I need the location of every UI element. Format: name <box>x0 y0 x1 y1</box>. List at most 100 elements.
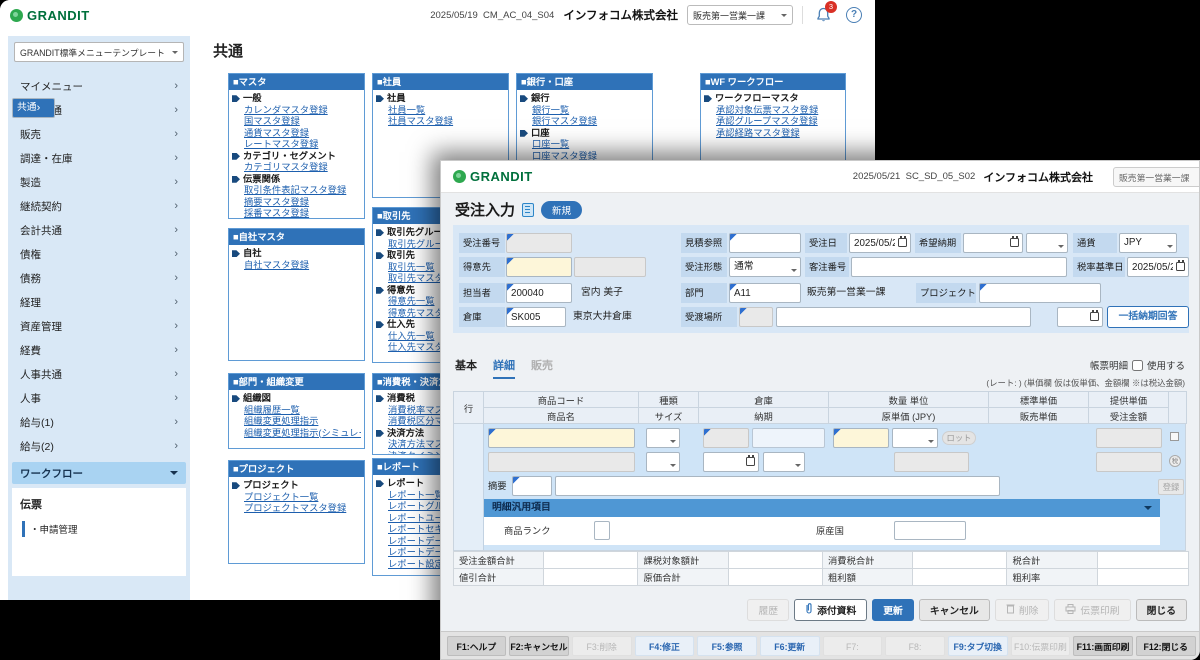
printer-icon <box>1065 604 1076 617</box>
grid-header-cell: 倉庫 <box>699 392 829 408</box>
function-key[interactable]: F1:ヘルプ <box>447 636 507 656</box>
menu-link[interactable]: カテゴリマスタ登録 <box>244 162 361 174</box>
function-key[interactable]: F4:修正 <box>635 636 695 656</box>
menu-link[interactable]: プロジェクトマスタ登録 <box>244 503 361 515</box>
tab-basic[interactable]: 基本 <box>455 357 477 379</box>
currency-select[interactable]: JPY <box>1119 233 1177 253</box>
menu-link[interactable]: 採番マスタ登録 <box>244 208 361 219</box>
fg-department-select[interactable]: 販売第一営業一課 <box>1113 167 1200 187</box>
line-delivery-date-field <box>703 452 759 472</box>
order-type-select[interactable]: 通常 <box>729 257 801 277</box>
function-key[interactable]: F6:更新 <box>760 636 820 656</box>
line-warehouse-name-input[interactable] <box>752 428 825 448</box>
fg-department-value: 販売第一営業一課 <box>1119 171 1189 184</box>
fg-topbar: GRANDIT 2025/05/21 SC_SD_05_S02 インフォコム株式… <box>441 161 1200 193</box>
delivery-place-input[interactable] <box>776 307 1031 327</box>
clipboard-icon[interactable] <box>522 203 534 217</box>
warehouse-code-input[interactable] <box>506 307 566 327</box>
menu-link[interactable]: 承認経路マスタ登録 <box>716 128 842 140</box>
customer-order-no-input[interactable] <box>851 257 1067 277</box>
price-checkbox[interactable] <box>1170 432 1179 441</box>
origin-country-input[interactable] <box>894 521 966 540</box>
close-button[interactable]: 閉じる <box>1136 599 1187 621</box>
card-title: ■プロジェクト <box>229 461 364 477</box>
menu-link[interactable]: カレンダマスタ登録 <box>244 105 361 117</box>
menu-link[interactable]: 銀行マスタ登録 <box>532 116 649 128</box>
menu-link[interactable]: 通貨マスタ登録 <box>244 128 361 140</box>
person-code-input[interactable] <box>506 283 572 303</box>
report-detail-checkbox[interactable] <box>1132 360 1143 371</box>
menu-link[interactable]: レートマスタ登録 <box>244 139 361 151</box>
history-button[interactable]: 履歴 <box>747 599 789 621</box>
quantity-input[interactable] <box>833 428 889 448</box>
function-key[interactable]: F5:参照 <box>697 636 757 656</box>
unit-select[interactable] <box>892 428 938 448</box>
product-rank-input[interactable] <box>594 521 610 540</box>
card-body: 自社自社マスタ登録 <box>229 245 364 274</box>
print-slip-button[interactable]: 伝票印刷 <box>1054 599 1130 621</box>
menu-link[interactable]: 銀行一覧 <box>532 105 649 117</box>
grid-header-cell: 納期 <box>699 408 829 424</box>
menu-link[interactable]: 組織変更処理指示 <box>244 416 361 428</box>
function-key[interactable]: F12:閉じる <box>1136 636 1196 656</box>
desired-delivery-type-select[interactable] <box>1026 233 1068 253</box>
department-code-input[interactable] <box>729 283 801 303</box>
delivery-type-select[interactable] <box>763 452 805 472</box>
calendar-icon[interactable] <box>1176 262 1185 271</box>
chevron-down-icon <box>670 464 676 470</box>
detail-generic-bar[interactable]: 明細汎用項目 <box>484 499 1160 517</box>
calendar-icon[interactable] <box>746 457 755 466</box>
menu-link[interactable]: 承認対象伝票マスタ登録 <box>716 105 842 117</box>
menu-link[interactable]: 口座一覧 <box>532 139 649 151</box>
menu-link[interactable]: プロジェクト一覧 <box>244 492 361 504</box>
menu-link[interactable]: 国マスタ登録 <box>244 116 361 128</box>
menu-group-label: カテゴリ・セグメント <box>232 151 361 163</box>
tab-sales[interactable]: 販売 <box>531 357 553 379</box>
customer-code-input[interactable] <box>506 257 572 277</box>
memo-input[interactable] <box>555 476 1000 496</box>
customer-name-input[interactable] <box>574 257 646 277</box>
delivery-place-code-input[interactable] <box>739 307 773 327</box>
group-arrow-icon <box>520 95 528 102</box>
lot-button[interactable]: ロット <box>942 431 976 445</box>
delete-button[interactable]: 削除 <box>995 599 1050 621</box>
function-key[interactable]: F11:画面印刷 <box>1073 636 1133 656</box>
size-select[interactable] <box>646 452 680 472</box>
offer-price-input[interactable] <box>1096 428 1162 448</box>
order-no-input[interactable] <box>506 233 572 253</box>
customer-order-no-label: 客注番号 <box>805 257 849 277</box>
attachments-button[interactable]: 添付資料 <box>794 599 867 621</box>
product-name-input[interactable] <box>488 452 635 472</box>
project-input[interactable] <box>979 283 1101 303</box>
line-warehouse-code-input[interactable] <box>703 428 749 448</box>
kind-select[interactable] <box>646 428 680 448</box>
calendar-icon[interactable] <box>1010 238 1019 247</box>
menu-link[interactable]: 組織変更処理指示(シミュレーション) <box>244 428 361 440</box>
menu-link[interactable]: 承認グループマスタ登録 <box>716 116 842 128</box>
memo-code-input[interactable] <box>512 476 552 496</box>
cost-price-input[interactable] <box>894 452 969 472</box>
function-key[interactable]: F2:キャンセル <box>509 636 569 656</box>
menu-group-label: プロジェクト <box>232 480 361 492</box>
batch-delivery-reply-button[interactable]: 一括納期回答 <box>1107 306 1189 328</box>
register-button[interactable]: 登録 <box>1158 479 1184 495</box>
order-amount-input[interactable] <box>1096 452 1162 472</box>
menu-link[interactable]: 社員マスタ登録 <box>388 116 505 128</box>
calendar-icon[interactable] <box>1090 312 1099 321</box>
menu-link[interactable]: 摘要マスタ登録 <box>244 197 361 209</box>
menu-link[interactable]: 組織履歴一覧 <box>244 405 361 417</box>
grid-header-cell: 販売単価 <box>989 408 1089 424</box>
menu-link[interactable]: 取引条件表記マスタ登録 <box>244 185 361 197</box>
calendar-icon[interactable] <box>898 238 907 247</box>
update-button[interactable]: 更新 <box>872 599 914 621</box>
cancel-button[interactable]: キャンセル <box>919 599 990 621</box>
total-value <box>544 569 638 586</box>
quote-ref-input[interactable] <box>729 233 801 253</box>
menu-link[interactable]: 自社マスタ登録 <box>244 260 361 272</box>
card-title: ■部門・組織変更 <box>229 374 364 390</box>
function-key[interactable]: F9:タブ切換 <box>948 636 1008 656</box>
tab-detail[interactable]: 詳細 <box>493 357 515 379</box>
product-code-input[interactable] <box>488 428 635 448</box>
chevron-down-icon <box>928 440 934 446</box>
menu-link[interactable]: 社員一覧 <box>388 105 505 117</box>
